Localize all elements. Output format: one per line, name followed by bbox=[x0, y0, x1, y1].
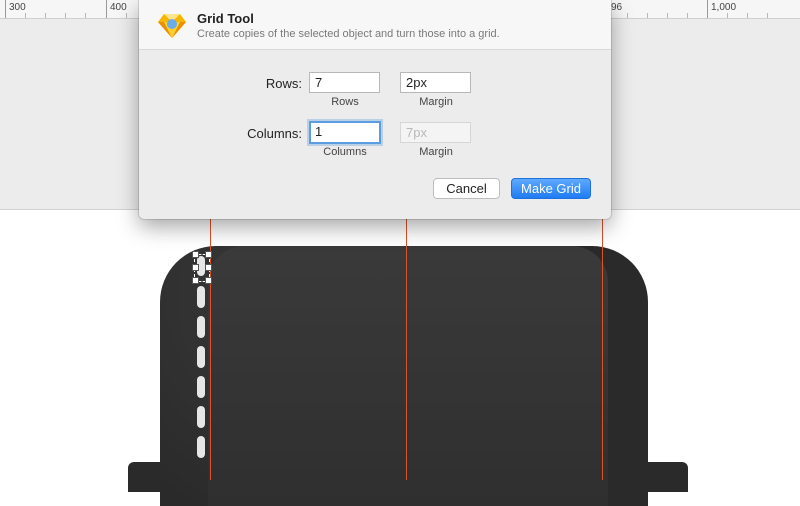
grid-tool-dialog: Grid Tool Create copies of the selected … bbox=[139, 0, 611, 219]
cancel-button[interactable]: Cancel bbox=[433, 178, 500, 199]
ruler-label-96: 96 bbox=[611, 2, 623, 13]
ruler-major-tick bbox=[106, 0, 107, 18]
columns-input[interactable]: 1 bbox=[309, 121, 381, 144]
stitch-segment[interactable] bbox=[197, 286, 205, 308]
resize-handle[interactable] bbox=[205, 251, 212, 258]
rows-input[interactable]: 7 bbox=[309, 72, 380, 93]
resize-handle[interactable] bbox=[192, 277, 199, 284]
stitch-segment[interactable] bbox=[197, 346, 205, 368]
column-guide-line bbox=[602, 210, 603, 480]
make-grid-button[interactable]: Make Grid bbox=[511, 178, 591, 199]
columns-margin-input[interactable]: 7px bbox=[400, 122, 471, 143]
rows-margin-input[interactable]: 2px bbox=[400, 72, 471, 93]
stitch-segment[interactable] bbox=[197, 376, 205, 398]
ruler-minor-tick bbox=[25, 13, 26, 18]
ruler-minor-tick bbox=[85, 13, 86, 18]
rows-label: Rows: bbox=[265, 76, 302, 91]
columns-caption: Columns bbox=[323, 146, 367, 158]
ruler-minor-tick bbox=[747, 13, 748, 18]
ruler-major-tick bbox=[707, 0, 708, 18]
sketch-diamond-icon bbox=[158, 14, 186, 38]
rows-margin-caption: Margin bbox=[419, 96, 453, 108]
ruler-label-400: 400 bbox=[110, 2, 127, 13]
ruler-minor-tick bbox=[727, 13, 728, 18]
ruler-minor-tick bbox=[647, 13, 648, 18]
ruler-minor-tick bbox=[627, 13, 628, 18]
columns-label: Columns: bbox=[247, 126, 302, 141]
resize-handle[interactable] bbox=[192, 251, 199, 258]
ruler-label-300: 300 bbox=[9, 2, 26, 13]
ruler-minor-tick bbox=[65, 13, 66, 18]
stitch-segment[interactable] bbox=[197, 406, 205, 428]
dialog-header: Grid Tool Create copies of the selected … bbox=[139, 0, 611, 50]
dialog-title: Grid Tool bbox=[197, 11, 254, 26]
ruler-label-1000: 1,000 bbox=[711, 2, 737, 13]
column-guide-line bbox=[406, 210, 407, 480]
ruler-minor-tick bbox=[687, 13, 688, 18]
resize-handle[interactable] bbox=[192, 264, 199, 271]
rows-caption: Rows bbox=[331, 96, 359, 108]
dialog-subtitle: Create copies of the selected object and… bbox=[197, 28, 500, 40]
ruler-minor-tick bbox=[126, 13, 127, 18]
stitch-segment[interactable] bbox=[197, 436, 205, 458]
ruler-minor-tick bbox=[767, 13, 768, 18]
inner-rounded-shape[interactable] bbox=[208, 246, 608, 506]
resize-handle[interactable] bbox=[205, 264, 212, 271]
stitch-segment[interactable] bbox=[197, 316, 205, 338]
ruler-major-tick bbox=[5, 0, 6, 18]
resize-handle[interactable] bbox=[205, 277, 212, 284]
columns-margin-caption: Margin bbox=[419, 146, 453, 158]
ruler-minor-tick bbox=[45, 13, 46, 18]
ruler-minor-tick bbox=[667, 13, 668, 18]
